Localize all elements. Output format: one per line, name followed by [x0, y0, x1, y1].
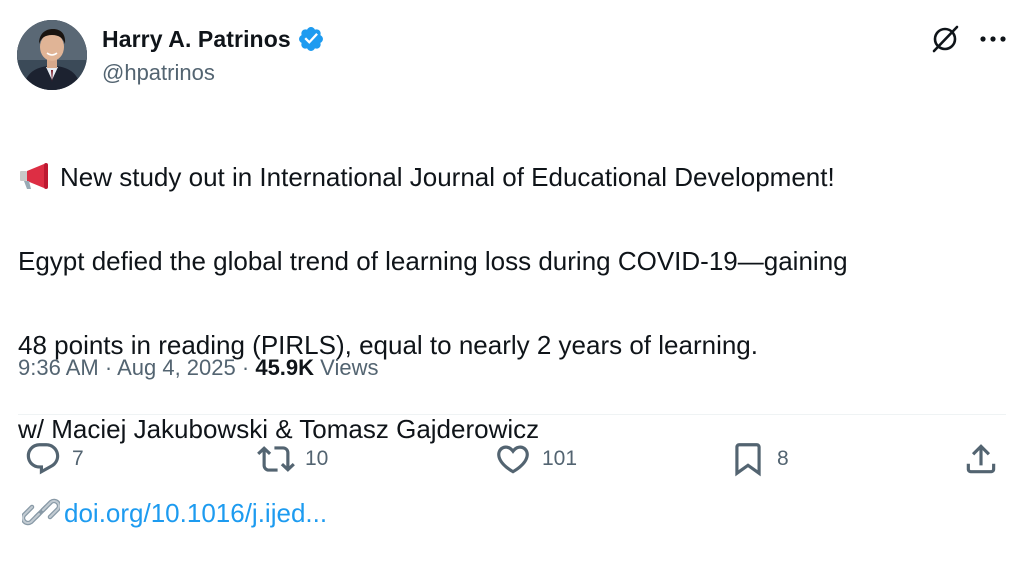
views-count[interactable]: 45.9K	[255, 355, 314, 380]
share-button[interactable]	[962, 436, 1000, 482]
action-bar: 7 10 101 8	[0, 436, 1022, 482]
reply-button[interactable]: 7	[24, 436, 84, 482]
grok-icon[interactable]	[928, 22, 962, 56]
repost-button[interactable]: 10	[257, 436, 328, 482]
verified-badge-icon[interactable]	[297, 25, 325, 53]
reply-count: 7	[72, 447, 84, 470]
repost-icon	[257, 446, 295, 472]
heart-icon	[497, 445, 529, 474]
tweet-time[interactable]: 9:36 AM	[18, 355, 99, 380]
tweet-line-1-text: New study out in International Journal o…	[60, 162, 835, 192]
bookmark-button[interactable]: 8	[729, 436, 789, 482]
meta-separator: ·	[241, 355, 250, 380]
megaphone-icon	[18, 160, 50, 189]
like-count: 101	[542, 447, 578, 470]
author-handle[interactable]: @hpatrinos	[102, 60, 215, 86]
share-icon	[966, 444, 996, 474]
bookmark-icon	[735, 443, 761, 477]
bookmark-count: 8	[777, 447, 789, 470]
doi-link[interactable]: doi.org/10.1016/j.ijed...	[64, 498, 327, 528]
divider	[18, 414, 1006, 415]
author-display-name[interactable]: Harry A. Patrinos	[102, 26, 291, 53]
avatar[interactable]	[17, 20, 87, 90]
avatar-photo	[17, 20, 87, 90]
more-icon[interactable]	[976, 22, 1010, 56]
tweet-line-2: Egypt defied the global trend of learnin…	[18, 246, 848, 276]
tweet-text: New study out in International Journal o…	[18, 114, 1008, 576]
meta-separator: ·	[104, 355, 113, 380]
tweet-meta: 9:36 AM · Aug 4, 2025 · 45.9K Views	[18, 355, 378, 381]
link-icon	[20, 493, 62, 531]
tweet-date[interactable]: Aug 4, 2025	[117, 355, 236, 380]
repost-count: 10	[305, 447, 329, 470]
views-label: Views	[320, 355, 379, 380]
author-name-row: Harry A. Patrinos	[102, 22, 325, 56]
tweet-line-1: New study out in International Journal o…	[18, 156, 1008, 198]
like-button[interactable]: 101	[494, 436, 577, 482]
reply-icon	[26, 443, 60, 475]
tweet-link-row: doi.org/10.1016/j.ijed...	[20, 492, 1008, 534]
tweet: Harry A. Patrinos @hpatrinos New study o…	[0, 0, 1022, 528]
